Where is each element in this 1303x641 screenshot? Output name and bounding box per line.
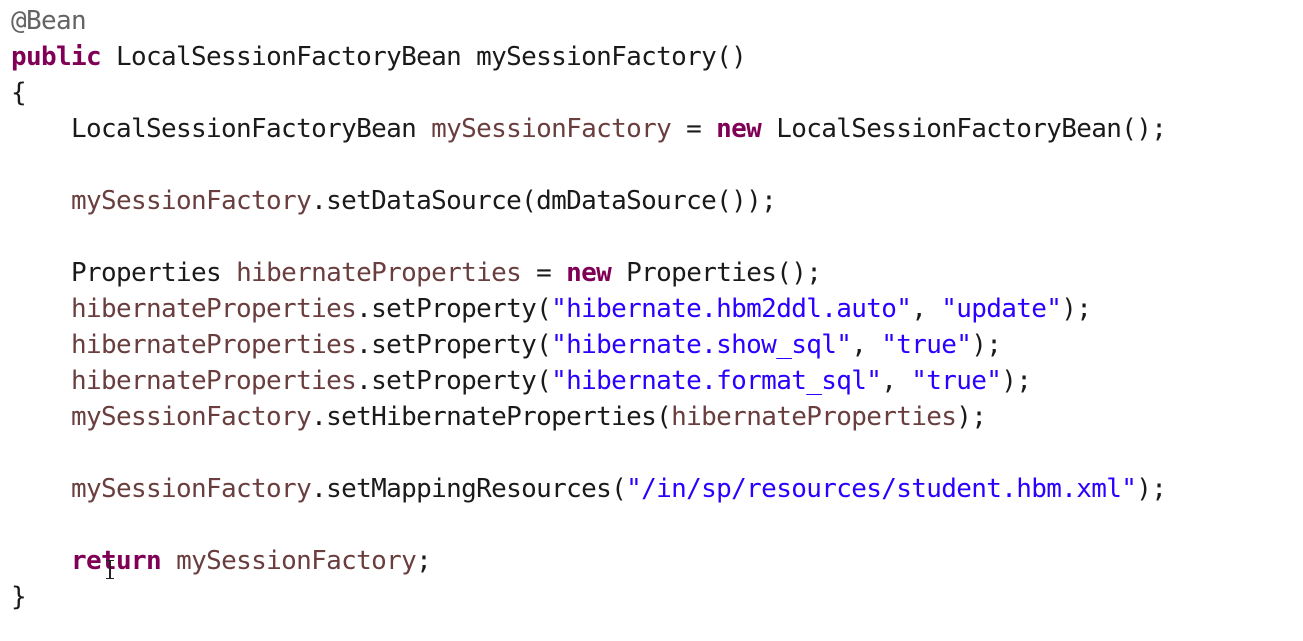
code-line[interactable]: @Bean xyxy=(11,3,1166,39)
code-token-string: "true" xyxy=(911,366,1002,396)
code-editor[interactable]: @Bean public LocalSessionFactoryBean mySe… xyxy=(0,0,1303,641)
code-token-keyword: new xyxy=(566,258,612,288)
code-token-field: hibernateProperties xyxy=(671,402,957,432)
code-token-plain: } xyxy=(11,582,27,612)
code-token-plain: ); xyxy=(1136,474,1167,504)
code-line[interactable] xyxy=(11,507,1166,543)
code-line[interactable]: public LocalSessionFactoryBean mySession… xyxy=(11,39,1166,75)
code-token-field: hibernateProperties xyxy=(71,366,357,396)
code-token-field: mySessionFactory xyxy=(431,114,672,144)
code-line[interactable] xyxy=(11,435,1166,471)
code-token-plain: LocalSessionFactoryBean(); xyxy=(761,114,1167,144)
code-token-plain: { xyxy=(11,78,27,108)
code-token-plain: .setProperty( xyxy=(356,366,552,396)
code-line[interactable] xyxy=(11,147,1166,183)
code-token-field: mySessionFactory xyxy=(71,402,312,432)
code-line[interactable] xyxy=(11,219,1166,255)
code-token-plain: .setHibernateProperties( xyxy=(311,402,672,432)
code-token-plain: = xyxy=(671,114,717,144)
code-token-string: "true" xyxy=(881,330,972,360)
code-token-plain: ); xyxy=(956,402,987,432)
code-token-plain: LocalSessionFactoryBean mySessionFactory… xyxy=(101,42,747,72)
code-token-plain: ); xyxy=(971,330,1002,360)
code-token-field: mySessionFactory xyxy=(71,474,312,504)
code-token-string: "hibernate.show_sql" xyxy=(551,330,852,360)
code-line[interactable]: mySessionFactory.setHibernateProperties(… xyxy=(11,399,1166,435)
code-token-plain: .setProperty( xyxy=(356,294,552,324)
code-line[interactable]: } xyxy=(11,579,1166,615)
code-token-plain: ); xyxy=(1061,294,1092,324)
code-token-plain: .setDataSource(dmDataSource()); xyxy=(311,186,777,216)
code-token-annotation: @Bean xyxy=(11,6,87,36)
code-line[interactable]: mySessionFactory.setMappingResources("/i… xyxy=(11,471,1167,507)
code-token-field: mySessionFactory xyxy=(71,186,312,216)
code-token-plain: Properties(); xyxy=(611,258,822,288)
code-token-string: "hibernate.format_sql" xyxy=(551,366,882,396)
code-area[interactable]: @Bean public LocalSessionFactoryBean mySe… xyxy=(11,3,1167,615)
code-line[interactable]: mySessionFactory.setDataSource(dmDataSou… xyxy=(11,183,1166,219)
code-token-plain: = xyxy=(521,258,567,288)
code-token-keyword: return xyxy=(71,546,162,576)
code-token-field: hibernateProperties xyxy=(71,294,357,324)
code-line[interactable]: hibernateProperties.setProperty("hiberna… xyxy=(11,291,1166,327)
code-token-plain: ); xyxy=(1001,366,1032,396)
code-line[interactable]: hibernateProperties.setProperty("hiberna… xyxy=(11,327,1166,363)
code-token-string: "hibernate.hbm2ddl.auto" xyxy=(551,294,912,324)
code-line[interactable]: return mySessionFactory; xyxy=(11,543,1166,579)
code-token-field: hibernateProperties xyxy=(236,258,522,288)
code-token-keyword: new xyxy=(716,114,762,144)
code-token-string: "update" xyxy=(941,294,1062,324)
code-token-plain: , xyxy=(851,330,882,360)
code-line[interactable]: hibernateProperties.setProperty("hiberna… xyxy=(11,363,1166,399)
code-line[interactable]: LocalSessionFactoryBean mySessionFactory… xyxy=(11,111,1167,147)
code-token-plain: .setMappingResources( xyxy=(311,474,627,504)
code-token-plain: LocalSessionFactoryBean xyxy=(11,114,432,144)
code-token-plain: ; xyxy=(416,546,432,576)
code-line[interactable]: Properties hibernateProperties = new Pro… xyxy=(11,255,1166,291)
code-line[interactable]: { xyxy=(11,75,1166,111)
code-token-plain: , xyxy=(911,294,942,324)
text-cursor-icon xyxy=(104,560,116,580)
code-token-string: "/in/sp/resources/student.hbm.xml" xyxy=(626,474,1137,504)
code-token-plain: Properties xyxy=(11,258,237,288)
code-token-plain: , xyxy=(881,366,912,396)
code-token-keyword: public xyxy=(11,42,102,72)
code-token-field: hibernateProperties xyxy=(71,330,357,360)
code-token-field: mySessionFactory xyxy=(176,546,417,576)
code-token-plain: .setProperty( xyxy=(356,330,552,360)
